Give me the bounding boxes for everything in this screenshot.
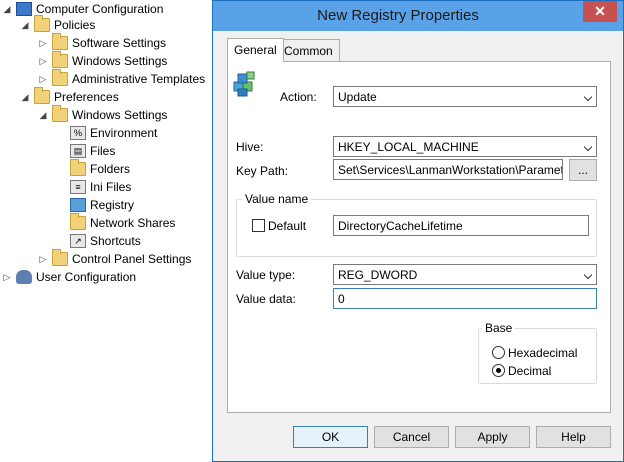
help-button[interactable]: Help (536, 426, 611, 448)
user-icon (16, 270, 32, 284)
expand-arrow-icon[interactable]: ▷ (38, 74, 48, 84)
apply-button[interactable]: Apply (455, 426, 530, 448)
folder-icon (52, 69, 68, 86)
collapse-arrow-icon[interactable]: ◢ (20, 20, 30, 30)
tree-node-network-shares[interactable]: Network Shares (56, 213, 175, 232)
environment-icon: % (70, 126, 86, 140)
folder-icon (52, 105, 68, 122)
action-select[interactable]: Update (333, 86, 597, 107)
computer-icon (16, 2, 32, 16)
tree-node-administrative-templates[interactable]: ▷ Administrative Templates (38, 69, 205, 88)
registry-properties-dialog: New Registry Properties ✕ General Common… (212, 0, 624, 462)
hexadecimal-radio[interactable] (492, 346, 505, 359)
cancel-button[interactable]: Cancel (374, 426, 449, 448)
tree-node-pref-windows-settings[interactable]: ◢ Windows Settings (38, 105, 167, 124)
default-checkbox-label: Default (268, 219, 307, 233)
folder-icon (52, 51, 68, 68)
tab-common[interactable]: Common (277, 39, 340, 61)
default-checkbox[interactable] (252, 219, 265, 232)
tree-node-preferences[interactable]: ◢ Preferences (20, 87, 119, 106)
ini-files-icon: ≡ (70, 180, 86, 194)
files-icon: ▤ (70, 144, 86, 158)
title-bar[interactable]: New Registry Properties ✕ (213, 1, 623, 31)
value-name-input[interactable]: DirectoryCacheLifetime (333, 215, 589, 236)
registry-icon (70, 198, 86, 212)
expand-arrow-icon[interactable]: ▷ (38, 38, 48, 48)
dialog-title: New Registry Properties (317, 7, 479, 24)
base-group-label: Base (482, 321, 516, 335)
collapse-arrow-icon[interactable]: ◢ (20, 92, 30, 102)
value-data-label: Value data: (236, 292, 296, 306)
network-shares-icon (70, 213, 86, 230)
tree-node-environment[interactable]: % Environment (56, 124, 157, 142)
tree-node-policies[interactable]: ◢ Policies (20, 15, 95, 34)
tab-general[interactable]: General (227, 38, 284, 62)
tree-node-ini-files[interactable]: ≡ Ini Files (56, 178, 131, 196)
decimal-radio[interactable] (492, 364, 505, 377)
tree-node-software-settings[interactable]: ▷ Software Settings (38, 33, 166, 52)
tree-node-registry[interactable]: Registry (56, 196, 134, 214)
expand-arrow-icon[interactable]: ▷ (38, 56, 48, 66)
key-path-label: Key Path: (236, 164, 289, 178)
expand-arrow-icon[interactable]: ▷ (2, 272, 12, 282)
close-button[interactable]: ✕ (583, 1, 617, 22)
value-type-label: Value type: (236, 268, 296, 282)
decimal-label: Decimal (508, 364, 552, 378)
collapse-arrow-icon[interactable]: ◢ (38, 110, 48, 120)
folder-icon (52, 33, 68, 50)
key-path-input[interactable]: Set\Services\LanmanWorkstation\Parameter… (333, 159, 563, 180)
hive-label: Hive: (236, 140, 264, 154)
tree-node-folders[interactable]: Folders (56, 159, 130, 178)
console-tree: ◢ Computer Configuration ◢ Policies ▷ So… (0, 0, 212, 462)
tree-node-control-panel-settings[interactable]: ▷ Control Panel Settings (38, 249, 191, 268)
tree-node-user-configuration[interactable]: ▷ User Configuration (2, 268, 136, 286)
tree-node-windows-settings[interactable]: ▷ Windows Settings (38, 51, 167, 70)
folder-icon (52, 249, 68, 266)
folder-icon (34, 15, 50, 32)
tree-node-files[interactable]: ▤ Files (56, 142, 115, 160)
shortcut-icon: ↗ (70, 234, 86, 248)
folder-icon (34, 87, 50, 104)
folders-icon (70, 159, 86, 176)
tree-node-shortcuts[interactable]: ↗ Shortcuts (56, 232, 141, 250)
collapse-arrow-icon[interactable]: ◢ (2, 4, 12, 14)
general-tab-panel: Action: Update Hive: HKEY_LOCAL_MACHINE … (227, 61, 611, 413)
value-name-group-label: Value name (242, 192, 312, 206)
value-type-select[interactable]: REG_DWORD (333, 264, 597, 285)
hive-select[interactable]: HKEY_LOCAL_MACHINE (333, 136, 597, 157)
expand-arrow-icon[interactable]: ▷ (38, 254, 48, 264)
hexadecimal-label: Hexadecimal (508, 346, 578, 360)
value-data-input[interactable]: 0 (333, 288, 597, 309)
ok-button[interactable]: OK (293, 426, 368, 448)
action-label: Action: (280, 90, 317, 104)
browse-button[interactable]: ... (569, 159, 597, 181)
registry-cubes-icon (233, 71, 255, 97)
